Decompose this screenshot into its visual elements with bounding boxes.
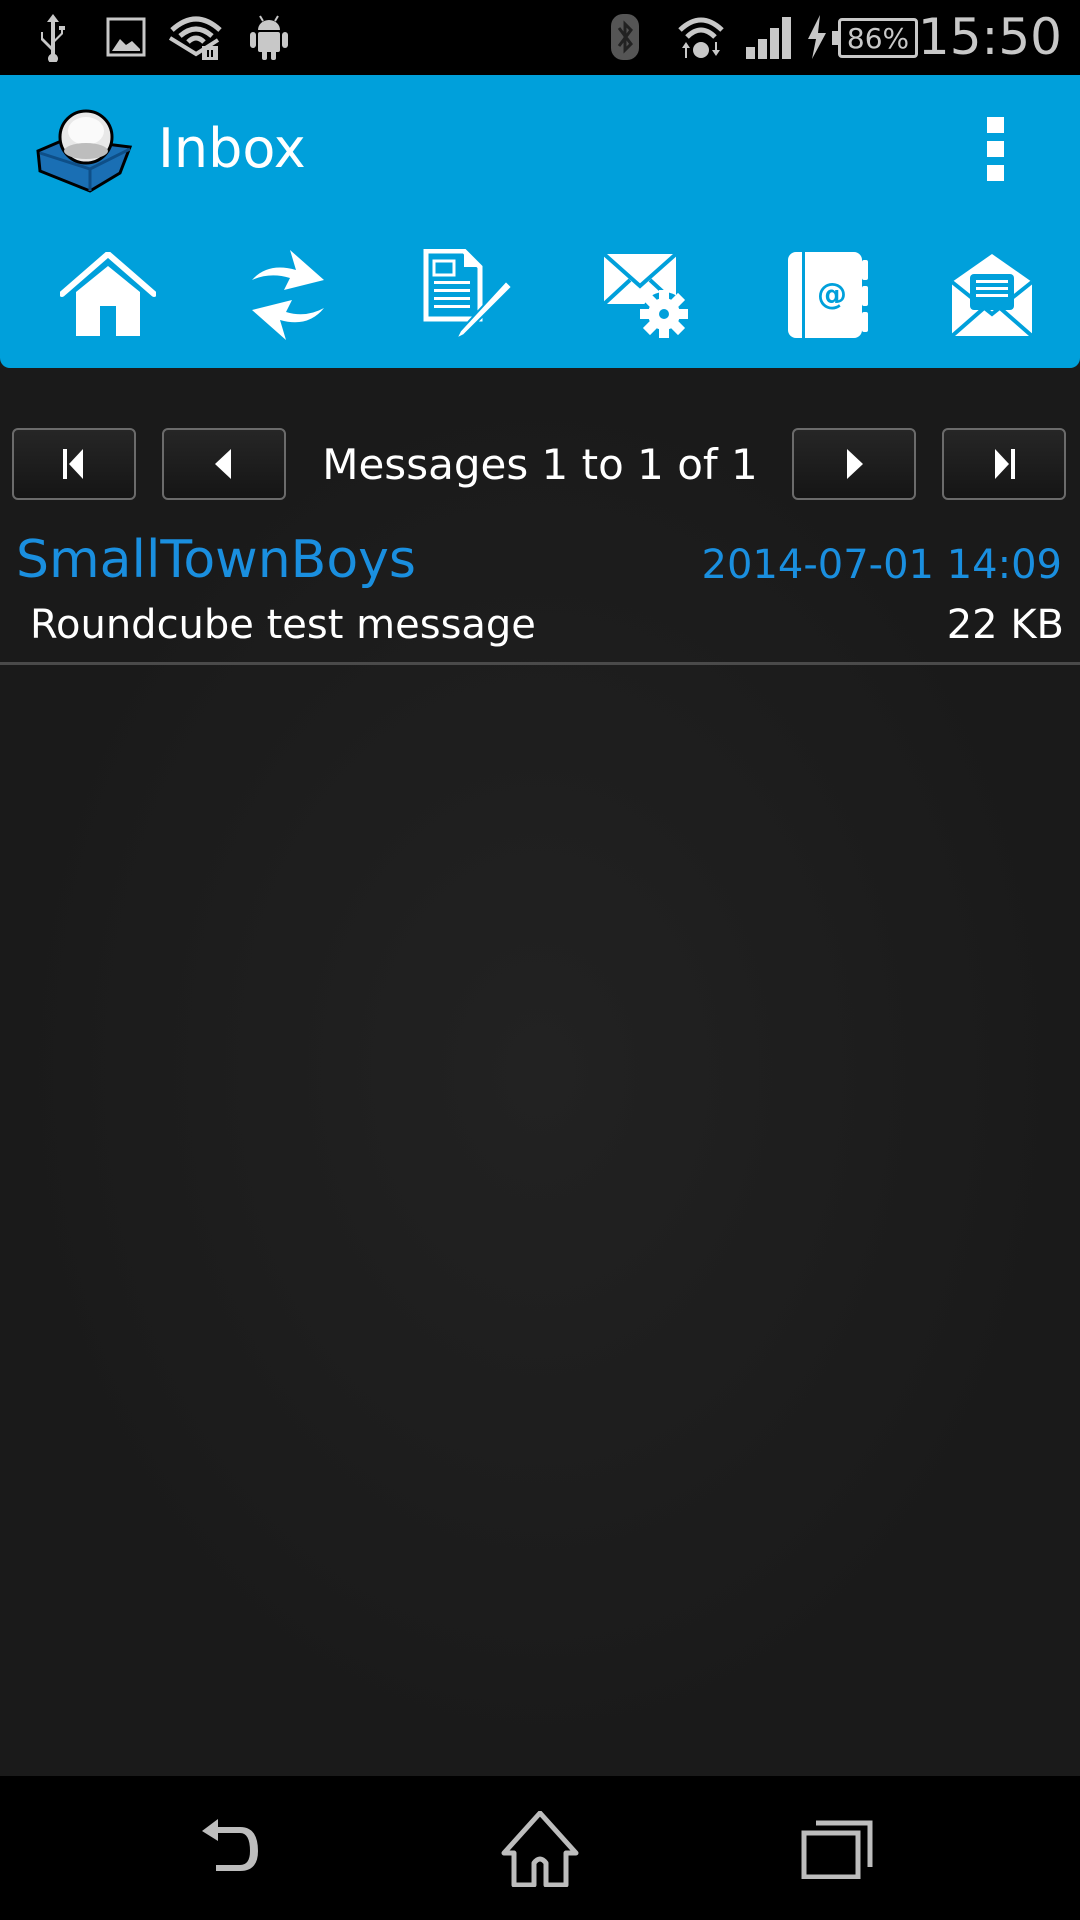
compose-icon (423, 249, 514, 341)
message-subject: Roundcube test message (30, 602, 536, 648)
home-outline-icon (501, 1811, 579, 1887)
roundcube-logo (34, 103, 134, 195)
mail-settings-button[interactable] (598, 248, 698, 342)
clock: 15:50 (917, 8, 1062, 66)
open-mail-button[interactable] (942, 248, 1042, 342)
next-page-button[interactable] (792, 428, 916, 500)
system-nav-bar (0, 1776, 1080, 1920)
last-page-button[interactable] (942, 428, 1066, 500)
message-list-item[interactable]: SmallTownBoys 2014-07-01 14:09 Roundcube… (0, 525, 1080, 665)
refresh-icon (252, 250, 324, 340)
wifi-hotspot-icon (168, 12, 224, 62)
signal-icon (744, 12, 794, 62)
home-icon (60, 252, 156, 336)
previous-page-icon (215, 449, 231, 479)
status-bar: 86% 15:50 (0, 0, 1080, 75)
charging-icon (804, 12, 830, 62)
refresh-button[interactable] (238, 248, 338, 342)
home-nav-button[interactable] (490, 1806, 590, 1892)
next-page-icon (847, 449, 863, 479)
bluetooth-icon (608, 12, 642, 62)
first-page-icon (63, 449, 83, 479)
battery-indicator: 86% (832, 18, 918, 58)
svg-text:@: @ (817, 277, 847, 312)
back-button[interactable] (190, 1806, 290, 1892)
recents-button[interactable] (790, 1806, 890, 1892)
usb-icon (36, 12, 70, 62)
overflow-menu-icon[interactable] (980, 117, 1010, 189)
first-page-button[interactable] (12, 428, 136, 500)
address-book-icon: @ (788, 252, 868, 338)
toolbar: @ (0, 220, 1080, 368)
app-header: Inbox (0, 75, 1080, 222)
previous-page-button[interactable] (162, 428, 286, 500)
mail-settings-icon (602, 252, 688, 338)
last-page-icon (995, 449, 1015, 479)
wifi-icon (676, 12, 726, 62)
message-date: 2014-07-01 14:09 (701, 542, 1062, 588)
pagination: Messages 1 to 1 of 1 (0, 428, 1080, 502)
address-book-button[interactable]: @ (778, 248, 878, 342)
message-sender: SmallTownBoys (16, 530, 417, 590)
android-icon (246, 12, 292, 62)
page-title: Inbox (158, 117, 306, 180)
message-size: 22 KB (946, 602, 1064, 648)
pagination-label: Messages 1 to 1 of 1 (322, 440, 758, 489)
recents-icon (801, 1820, 873, 1879)
image-icon (106, 12, 146, 62)
open-mail-icon (950, 254, 1034, 338)
home-button[interactable] (58, 248, 158, 342)
compose-button[interactable] (418, 248, 518, 342)
back-icon (202, 1819, 258, 1871)
